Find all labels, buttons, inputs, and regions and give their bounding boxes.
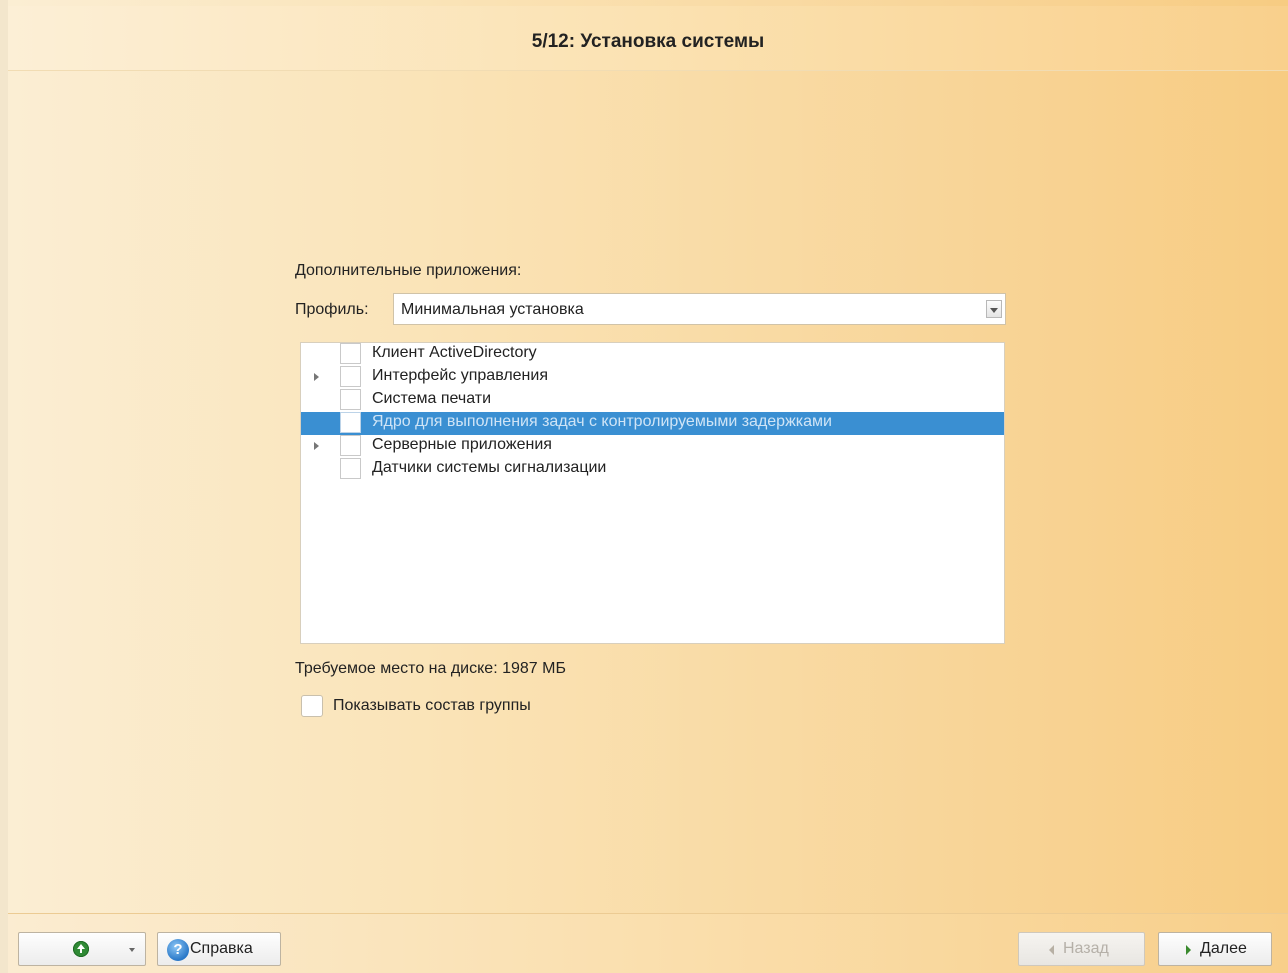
back-button[interactable]: Назад [1018,932,1145,966]
row-checkbox[interactable] [340,412,361,433]
menu-button[interactable] [18,932,146,966]
row-label: Интерфейс управления [372,367,548,384]
profile-label: Профиль: [295,301,369,318]
row-label: Ядро для выполнения задач с контролируем… [372,413,832,430]
tree-row[interactable]: Датчики системы сигнализации [301,458,1004,481]
show-group-label[interactable]: Показывать состав группы [333,697,531,715]
help-label: Справка [190,940,253,957]
tree-row[interactable]: Клиент ActiveDirectory [301,343,1004,366]
applications-tree[interactable]: Клиент ActiveDirectory Интерфейс управле… [300,342,1005,644]
row-checkbox[interactable] [340,366,361,387]
next-button[interactable]: Далее [1158,932,1272,966]
installer-window: 5/12: Установка системы Дополнительные п… [0,0,1288,973]
chevron-down-icon [129,948,135,952]
window-edge [0,0,8,973]
profile-select[interactable]: Минимальная установка [393,293,1006,325]
section-label: Дополнительные приложения: [295,262,522,279]
header: 5/12: Установка системы [8,6,1288,71]
row-label: Серверные приложения [372,436,552,453]
back-arrow-icon [1049,945,1054,955]
row-checkbox[interactable] [340,343,361,364]
show-group-checkbox[interactable] [301,695,323,717]
tree-row[interactable]: Серверные приложения [301,435,1004,458]
row-label: Система печати [372,390,492,407]
next-label: Далее [1200,940,1247,957]
row-label: Клиент ActiveDirectory [372,344,537,361]
next-arrow-icon [1186,945,1191,955]
expand-arrow-icon[interactable] [314,442,319,450]
profile-value: Минимальная установка [401,301,584,318]
help-icon: ? [167,939,189,961]
help-button[interactable]: ? Справка [157,932,281,966]
tree-row[interactable]: Система печати [301,389,1004,412]
disk-space-label: Требуемое место на диске: 1987 МБ [295,660,566,677]
row-checkbox[interactable] [340,389,361,410]
tree-row-selected[interactable]: Ядро для выполнения задач с контролируем… [301,412,1004,435]
expand-arrow-icon[interactable] [314,373,319,381]
row-checkbox[interactable] [340,458,361,479]
page-title: 5/12: Установка системы [531,31,765,52]
row-checkbox[interactable] [340,435,361,456]
row-label: Датчики системы сигнализации [372,459,607,476]
chevron-down-icon[interactable] [986,300,1002,318]
up-arrow-icon [73,941,89,957]
tree-row[interactable]: Интерфейс управления [301,366,1004,389]
back-label: Назад [1063,940,1109,957]
